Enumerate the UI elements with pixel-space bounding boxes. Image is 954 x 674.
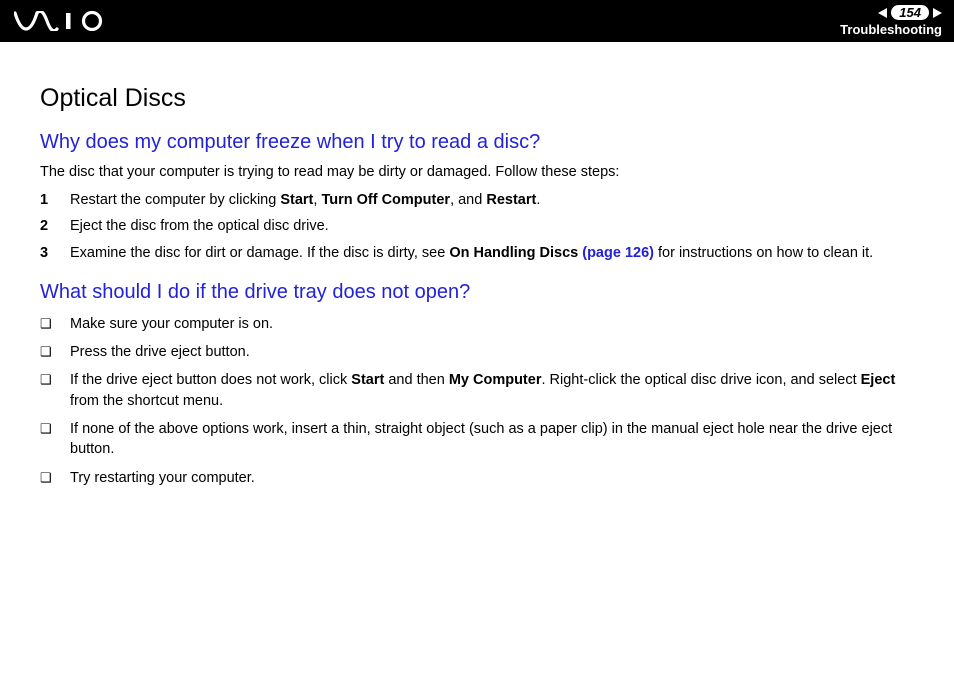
list-item: ❑ Press the drive eject button.	[40, 342, 920, 362]
step-number: 2	[40, 216, 52, 236]
question-1-heading: Why does my computer freeze when I try t…	[40, 131, 920, 154]
bullet-text: Make sure your computer is on.	[70, 314, 920, 334]
bullet-list: ❑ Make sure your computer is on. ❑ Press…	[40, 314, 920, 488]
step-text: Examine the disc for dirt or damage. If …	[70, 243, 920, 263]
step-item: 1 Restart the computer by clicking Start…	[40, 190, 920, 210]
steps-list: 1 Restart the computer by clicking Start…	[40, 190, 920, 263]
list-item: ❑ Make sure your computer is on.	[40, 314, 920, 334]
bullet-text: Press the drive eject button.	[70, 342, 920, 362]
bullet-icon: ❑	[40, 314, 52, 334]
bullet-text: If the drive eject button does not work,…	[70, 370, 920, 411]
page-number: 154	[891, 5, 929, 20]
step-text: Eject the disc from the optical disc dri…	[70, 216, 920, 236]
bullet-icon: ❑	[40, 370, 52, 390]
list-item: ❑ Try restarting your computer.	[40, 468, 920, 488]
bullet-icon: ❑	[40, 419, 52, 439]
bullet-text: If none of the above options work, inser…	[70, 419, 920, 460]
bullet-text: Try restarting your computer.	[70, 468, 920, 488]
question-1-intro: The disc that your computer is trying to…	[40, 164, 920, 180]
bullet-icon: ❑	[40, 468, 52, 488]
next-page-arrow-icon[interactable]	[933, 8, 942, 18]
page-link[interactable]: (page 126)	[582, 245, 654, 261]
header-bar: 154 Troubleshooting	[0, 0, 954, 42]
step-item: 3 Examine the disc for dirt or damage. I…	[40, 243, 920, 263]
vaio-logo	[14, 0, 110, 42]
bullet-icon: ❑	[40, 342, 52, 362]
prev-page-arrow-icon[interactable]	[878, 8, 887, 18]
list-item: ❑ If none of the above options work, ins…	[40, 419, 920, 460]
step-number: 1	[40, 190, 52, 210]
question-2-heading: What should I do if the drive tray does …	[40, 281, 920, 304]
list-item: ❑ If the drive eject button does not wor…	[40, 370, 920, 411]
page-content: Optical Discs Why does my computer freez…	[0, 42, 954, 516]
step-text: Restart the computer by clicking Start, …	[70, 190, 920, 210]
page-title: Optical Discs	[40, 84, 920, 113]
page-number-nav: 154	[878, 5, 942, 20]
step-number: 3	[40, 243, 52, 263]
header-right: 154 Troubleshooting	[840, 5, 942, 37]
step-item: 2 Eject the disc from the optical disc d…	[40, 216, 920, 236]
section-title: Troubleshooting	[840, 22, 942, 37]
